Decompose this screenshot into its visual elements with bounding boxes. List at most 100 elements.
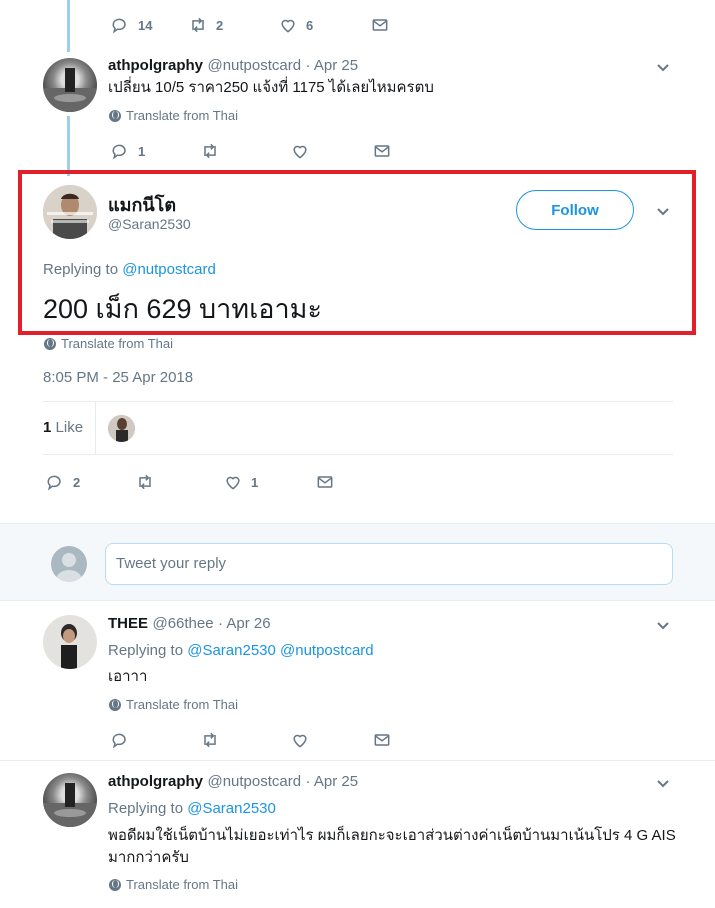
likes-count: 1 bbox=[43, 419, 52, 436]
replying-prefix: Replying to bbox=[108, 800, 184, 817]
avatar-image bbox=[43, 615, 97, 669]
like-action[interactable]: 6 bbox=[278, 15, 370, 35]
retweet-action[interactable]: 2 bbox=[188, 15, 278, 35]
envelope-icon bbox=[374, 145, 390, 157]
replying-to-link[interactable]: @nutpostcard bbox=[122, 261, 216, 278]
author-name[interactable]: athpolgraphy bbox=[108, 773, 203, 790]
avatar-image bbox=[108, 415, 135, 442]
globe-icon bbox=[109, 109, 121, 122]
reply1-actions: 1 bbox=[110, 141, 392, 161]
like-action[interactable] bbox=[290, 730, 372, 750]
like-action[interactable] bbox=[290, 141, 372, 161]
reply-count: 14 bbox=[138, 17, 153, 33]
translate-label: Translate from Thai bbox=[126, 108, 238, 123]
dm-action[interactable] bbox=[372, 730, 392, 750]
thread-line-mid bbox=[67, 116, 70, 176]
replying-prefix: Replying to bbox=[108, 642, 184, 659]
translate-label: Translate from Thai bbox=[126, 697, 238, 712]
reply-action[interactable]: 2 bbox=[45, 472, 135, 492]
reply1-header: athpolgraphy @nutpostcard · Apr 25 bbox=[108, 57, 358, 75]
avatar-image bbox=[43, 185, 97, 239]
chevron-down-icon[interactable] bbox=[655, 775, 671, 791]
avatar[interactable] bbox=[43, 58, 97, 112]
retweet-count: 2 bbox=[216, 17, 224, 33]
avatar[interactable] bbox=[43, 185, 97, 239]
like-count: 6 bbox=[306, 17, 314, 33]
envelope-icon bbox=[374, 734, 390, 746]
chevron-down-icon[interactable] bbox=[655, 59, 671, 75]
tweet-date[interactable]: · Apr 25 bbox=[306, 773, 359, 790]
reply-input[interactable]: Tweet your reply bbox=[105, 543, 673, 585]
author-handle[interactable]: @nutpostcard bbox=[207, 57, 301, 74]
replying-to-link[interactable]: @Saran2530 @nutpostcard bbox=[187, 642, 373, 659]
translate-link[interactable]: Translate from Thai bbox=[109, 877, 238, 892]
retweet-action[interactable] bbox=[135, 472, 223, 492]
tweet-text: เปลี่ยน 10/5 ราคา250 แจ้งที่ 1175 ได้เลย… bbox=[108, 79, 434, 96]
translate-link[interactable]: Translate from Thai bbox=[109, 108, 238, 123]
author-handle[interactable]: @Saran2530 bbox=[108, 216, 191, 232]
author-handle[interactable]: @nutpostcard bbox=[207, 773, 301, 790]
envelope-icon bbox=[372, 19, 388, 31]
author-name[interactable]: athpolgraphy bbox=[108, 57, 203, 74]
retweet-action[interactable] bbox=[200, 730, 290, 750]
tweet-date[interactable]: · Apr 25 bbox=[306, 57, 359, 74]
retweet-icon bbox=[204, 732, 216, 748]
dm-action[interactable] bbox=[315, 472, 335, 492]
default-avatar-icon bbox=[56, 553, 82, 582]
tweet-text-line-2: มากกว่าครับ bbox=[108, 849, 189, 866]
tweet-date[interactable]: · Apr 26 bbox=[218, 615, 271, 632]
author-name[interactable]: THEE bbox=[108, 615, 148, 632]
like-count: 1 bbox=[251, 474, 259, 490]
reply-icon bbox=[112, 733, 126, 749]
chevron-down-icon[interactable] bbox=[655, 617, 671, 633]
translate-link[interactable]: Translate from Thai bbox=[44, 336, 173, 351]
main-tweet-actions: 2 1 bbox=[45, 472, 335, 492]
reply-composer: Tweet your reply bbox=[0, 523, 715, 601]
thread-line-top bbox=[67, 0, 70, 52]
retweet-icon bbox=[192, 17, 204, 33]
replying-to: Replying to @nutpostcard bbox=[43, 261, 216, 278]
reply-action[interactable]: 14 bbox=[110, 15, 188, 35]
translate-label: Translate from Thai bbox=[126, 877, 238, 892]
divider-vertical bbox=[95, 401, 96, 455]
reply-count: 2 bbox=[73, 474, 81, 490]
liker-avatar[interactable] bbox=[108, 415, 135, 442]
avatar[interactable] bbox=[43, 615, 97, 669]
replying-to-link[interactable]: @Saran2530 bbox=[187, 800, 276, 817]
translate-label: Translate from Thai bbox=[61, 336, 173, 351]
divider bbox=[43, 401, 673, 402]
retweet-icon bbox=[204, 143, 216, 159]
avatar-image bbox=[43, 68, 97, 112]
follow-button[interactable]: Follow bbox=[516, 190, 634, 230]
avatar-image bbox=[43, 783, 97, 827]
likes-stat[interactable]: 1 Like bbox=[43, 419, 83, 436]
heart-icon bbox=[293, 145, 307, 159]
globe-icon bbox=[109, 878, 121, 891]
translate-link[interactable]: Translate from Thai bbox=[109, 697, 238, 712]
reply2-header: THEE @66thee · Apr 26 bbox=[108, 615, 271, 633]
dm-action[interactable] bbox=[372, 141, 392, 161]
retweet-action[interactable] bbox=[200, 141, 290, 161]
chevron-down-icon[interactable] bbox=[655, 203, 671, 219]
user-avatar bbox=[51, 546, 87, 582]
like-action[interactable]: 1 bbox=[223, 472, 315, 492]
author-handle[interactable]: @66thee bbox=[152, 615, 213, 632]
reply-icon bbox=[47, 475, 61, 491]
reply2-actions bbox=[110, 730, 392, 750]
likes-label: Like bbox=[55, 419, 84, 436]
avatar[interactable] bbox=[43, 773, 97, 827]
replying-to: Replying to @Saran2530 bbox=[108, 800, 276, 817]
author-name[interactable]: แมกนีโต bbox=[108, 190, 176, 219]
heart-icon bbox=[281, 19, 295, 33]
retweet-icon bbox=[139, 474, 151, 490]
reply-action[interactable] bbox=[110, 730, 200, 750]
tweet-timestamp[interactable]: 8:05 PM - 25 Apr 2018 bbox=[43, 369, 193, 386]
dm-action[interactable] bbox=[370, 15, 390, 35]
tweet-text: 200 เม็ก 629 บาทเอามะ bbox=[43, 294, 322, 324]
tweet-text: เอาาา bbox=[108, 668, 148, 685]
replying-to: Replying to @Saran2530 @nutpostcard bbox=[108, 642, 374, 659]
reply-action[interactable]: 1 bbox=[110, 141, 200, 161]
heart-icon bbox=[226, 476, 240, 490]
reply3-header: athpolgraphy @nutpostcard · Apr 25 bbox=[108, 773, 358, 791]
divider bbox=[43, 454, 673, 455]
